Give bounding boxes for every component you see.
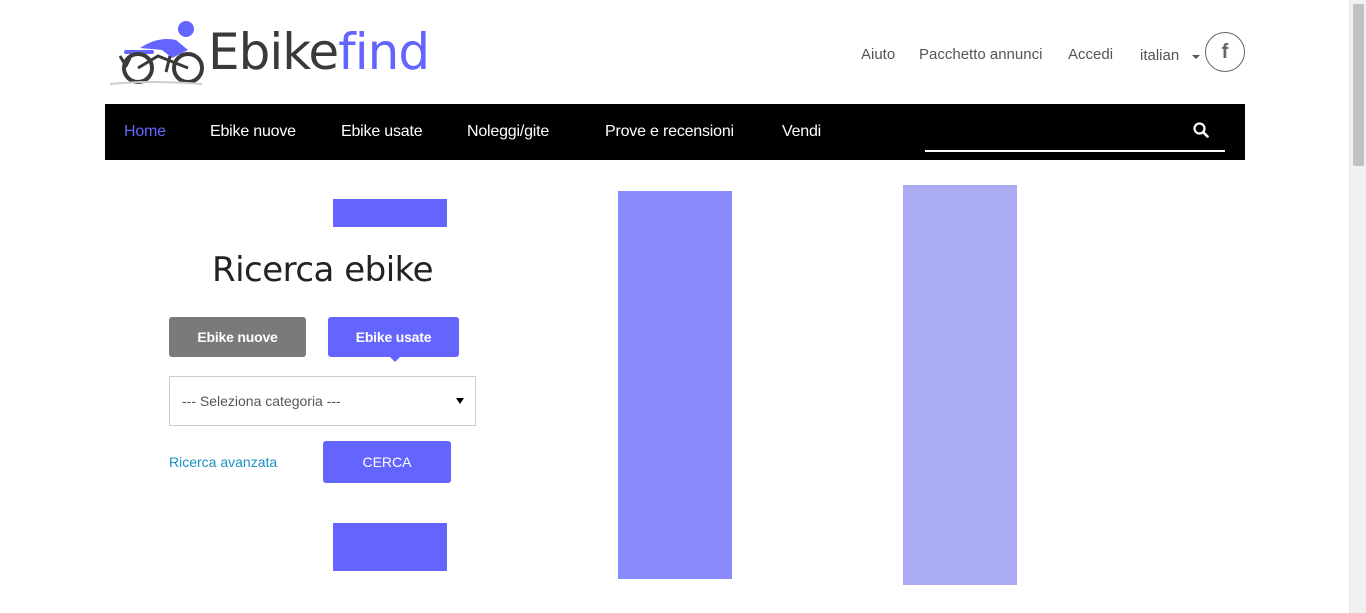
page-scrollbar[interactable] bbox=[1349, 0, 1366, 613]
search-icon[interactable] bbox=[1193, 122, 1209, 138]
login-link[interactable]: Accedi bbox=[1068, 46, 1113, 63]
nav-item-recensioni[interactable]: Prove e recensioni bbox=[605, 123, 734, 141]
main-navbar: Home Ebike nuove Ebike usate Noleggi/git… bbox=[105, 104, 1245, 160]
help-link[interactable]: Aiuto bbox=[861, 46, 895, 63]
active-tab-pointer bbox=[390, 357, 400, 362]
tab-ebike-nuove[interactable]: Ebike nuove bbox=[169, 317, 306, 357]
nav-item-vendi[interactable]: Vendi bbox=[782, 123, 821, 141]
nav-item-ebike-nuove[interactable]: Ebike nuove bbox=[210, 123, 296, 141]
logo-text-find: find bbox=[338, 23, 430, 81]
category-select[interactable]: --- Seleziona categoria --- bbox=[169, 376, 476, 426]
placeholder-block-top bbox=[333, 199, 447, 227]
scrollbar-thumb[interactable] bbox=[1353, 4, 1364, 166]
search-button[interactable]: CERCA bbox=[323, 441, 451, 483]
image-placeholder-2 bbox=[903, 185, 1017, 585]
logo-text-ebike: Ebike bbox=[208, 23, 339, 81]
language-selector[interactable]: italian bbox=[1140, 47, 1179, 64]
nav-item-ebike-usate[interactable]: Ebike usate bbox=[341, 123, 423, 141]
chevron-down-icon bbox=[456, 398, 464, 404]
nav-search-field[interactable] bbox=[925, 112, 1225, 152]
category-select-value: --- Seleziona categoria --- bbox=[182, 393, 341, 409]
logo-wordmark: Ebikefind bbox=[208, 27, 430, 77]
tab-ebike-usate[interactable]: Ebike usate bbox=[328, 317, 459, 357]
facebook-icon[interactable]: f bbox=[1205, 32, 1245, 72]
site-logo[interactable]: Ebikefind bbox=[110, 16, 460, 88]
nav-item-home[interactable]: Home bbox=[124, 123, 166, 141]
search-panel-title: Ricerca ebike bbox=[211, 250, 434, 290]
language-caret-icon[interactable] bbox=[1192, 55, 1200, 59]
ads-package-link[interactable]: Pacchetto annunci bbox=[919, 46, 1042, 63]
nav-item-noleggi[interactable]: Noleggi/gite bbox=[467, 123, 549, 141]
image-placeholder-1 bbox=[618, 191, 732, 579]
cyclist-logo-icon bbox=[110, 21, 204, 85]
placeholder-block-bottom bbox=[333, 523, 447, 571]
advanced-search-link[interactable]: Ricerca avanzata bbox=[169, 454, 277, 470]
